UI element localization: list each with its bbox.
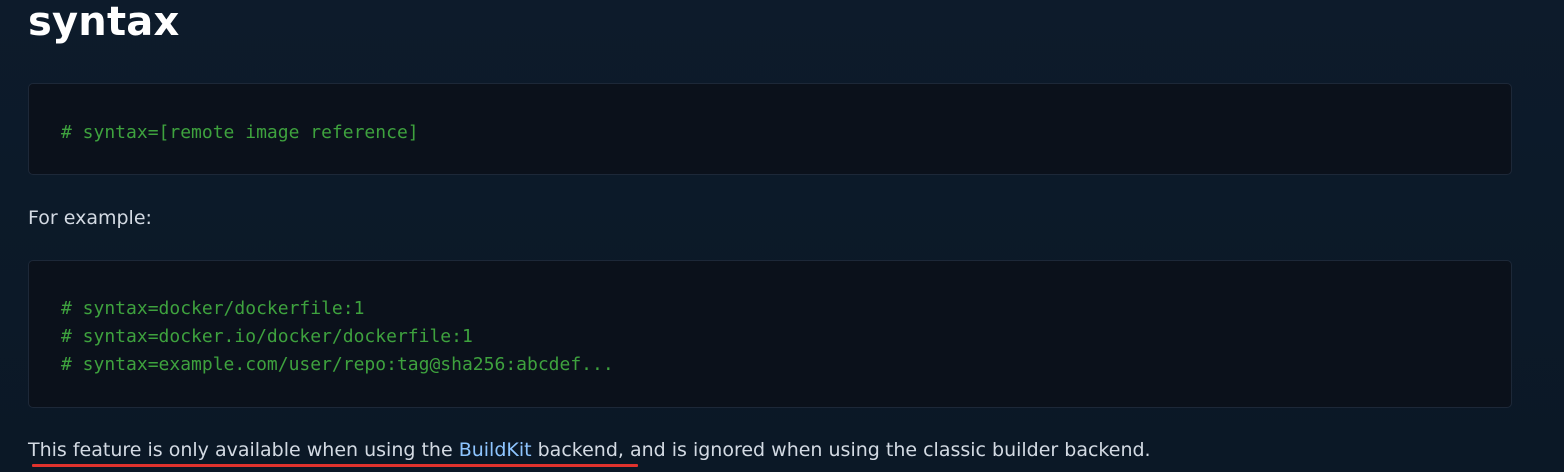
buildkit-link[interactable]: BuildKit [459, 439, 532, 461]
code-line: # syntax=docker.io/docker/dockerfile:1 [61, 326, 473, 347]
example-label: For example: [28, 207, 152, 229]
code-line: # syntax=example.com/user/repo:tag@sha25… [61, 354, 614, 375]
code-line: # syntax=docker/dockerfile:1 [61, 298, 365, 319]
code-block-syntax-examples: # syntax=docker/dockerfile:1 # syntax=doc… [28, 260, 1512, 408]
buildkit-note: This feature is only available when usin… [28, 437, 1151, 463]
code-line: # syntax=[remote image reference] [61, 122, 419, 143]
red-underline-annotation [32, 464, 638, 467]
section-heading: syntax [28, 0, 180, 45]
docs-page: syntax # syntax=[remote image reference]… [0, 0, 1564, 472]
code-block-syntax-format: # syntax=[remote image reference] [28, 83, 1512, 175]
note-text-before: This feature is only available when usin… [28, 439, 459, 461]
note-text-after: backend, and is ignored when using the c… [531, 439, 1151, 461]
